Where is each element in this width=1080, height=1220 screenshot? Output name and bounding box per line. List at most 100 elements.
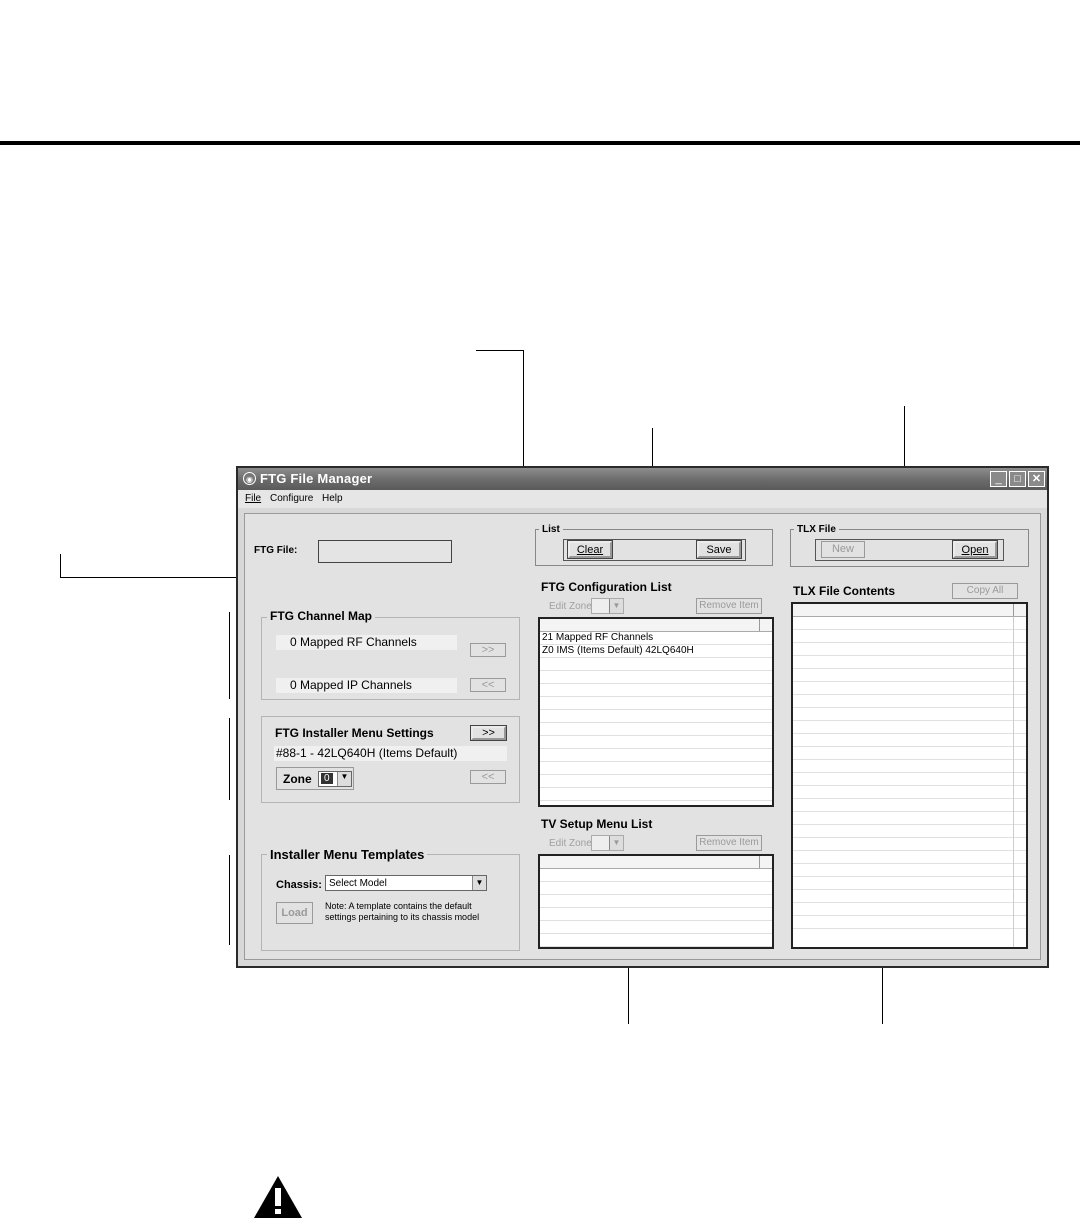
callout-line xyxy=(60,554,61,578)
channel-map-title: FTG Channel Map xyxy=(267,609,375,623)
list-item-empty xyxy=(793,721,1026,734)
installer-item-text: #88-1 - 42LQ640H (Items Default) xyxy=(276,746,458,760)
clear-button[interactable]: Clear xyxy=(568,541,612,558)
zone-value: 0 xyxy=(321,773,333,784)
copy-all-button[interactable]: Copy All xyxy=(952,583,1018,599)
menu-configure[interactable]: Configure xyxy=(270,493,313,504)
close-button[interactable]: ✕ xyxy=(1028,471,1045,487)
list-item-empty xyxy=(793,825,1026,838)
page-header-rule xyxy=(0,141,1080,145)
list-item-empty xyxy=(540,934,772,947)
chevron-down-icon: ▼ xyxy=(609,599,623,613)
app-icon: ◉ xyxy=(243,472,256,485)
minimize-button[interactable]: _ xyxy=(990,471,1007,487)
list-item-empty xyxy=(540,697,772,710)
list-item-empty xyxy=(540,749,772,762)
list-item-empty xyxy=(793,799,1026,812)
list-item-empty xyxy=(793,916,1026,929)
templates-title: Installer Menu Templates xyxy=(267,847,428,862)
list-item-empty xyxy=(793,630,1026,643)
minimize-icon: _ xyxy=(995,473,1002,485)
warning-icon xyxy=(254,1176,302,1218)
menu-help[interactable]: Help xyxy=(322,493,343,504)
list-item-empty xyxy=(540,921,772,934)
tv-edit-zone-label: Edit Zone xyxy=(549,838,592,849)
list-item-empty xyxy=(540,775,772,788)
open-button[interactable]: Open xyxy=(953,541,997,558)
list-item-empty xyxy=(793,617,1026,630)
chevron-down-icon: ▼ xyxy=(472,876,486,890)
rf-channels-text: 0 Mapped RF Channels xyxy=(290,635,417,649)
ip-channels-display: 0 Mapped IP Channels xyxy=(276,678,457,693)
ip-back-button[interactable]: << xyxy=(470,678,506,692)
installer-settings-title: FTG Installer Menu Settings xyxy=(275,726,434,740)
menu-bar: File Configure Help xyxy=(238,490,1047,508)
list-item-empty xyxy=(793,695,1026,708)
remove-item-button[interactable]: Remove Item xyxy=(696,598,762,614)
list-header xyxy=(540,856,772,869)
rf-channels-display: 0 Mapped RF Channels xyxy=(276,635,457,650)
edit-zone-label: Edit Zone xyxy=(549,601,592,612)
list-item-empty xyxy=(793,890,1026,903)
callout-line xyxy=(476,350,524,351)
list-item-empty xyxy=(540,788,772,801)
list-header xyxy=(540,619,772,632)
list-item-empty xyxy=(540,882,772,895)
list-item-empty xyxy=(793,812,1026,825)
tlx-contents-title: TLX File Contents xyxy=(793,584,895,598)
tv-edit-zone-select[interactable]: ▼ xyxy=(591,835,624,851)
list-item-empty xyxy=(540,895,772,908)
maximize-icon: □ xyxy=(1014,473,1021,485)
ftg-file-field[interactable] xyxy=(318,540,452,563)
list-item-empty xyxy=(793,877,1026,890)
list-item-empty xyxy=(540,658,772,671)
chassis-value: Select Model xyxy=(329,878,387,889)
installer-back-button[interactable]: << xyxy=(470,770,506,784)
installer-forward-button[interactable]: >> xyxy=(471,726,506,740)
load-button[interactable]: Load xyxy=(276,902,313,924)
client-area: FTG File: FTG Channel Map 0 Mapped RF Ch… xyxy=(244,513,1041,960)
ip-channels-text: 0 Mapped IP Channels xyxy=(290,678,412,692)
ftg-config-listbox[interactable]: 21 Mapped RF Channels Z0 IMS (Items Defa… xyxy=(538,617,774,807)
list-item-empty xyxy=(793,747,1026,760)
list-item-empty xyxy=(540,762,772,775)
maximize-button[interactable]: □ xyxy=(1009,471,1026,487)
bracket-line xyxy=(229,718,230,800)
list-group-title: List xyxy=(539,524,563,535)
template-note-line2: settings pertaining to its chassis model xyxy=(325,912,480,922)
list-item-empty xyxy=(793,682,1026,695)
menu-file[interactable]: File xyxy=(245,493,261,504)
tlx-contents-listbox[interactable] xyxy=(791,602,1028,949)
zone-label: Zone xyxy=(283,772,312,786)
list-item-empty xyxy=(793,903,1026,916)
list-item-empty xyxy=(793,708,1026,721)
chevron-down-icon: ▼ xyxy=(337,772,351,786)
ftg-config-list-title: FTG Configuration List xyxy=(541,580,672,594)
list-item-empty xyxy=(540,801,772,805)
list-item-empty xyxy=(793,786,1026,799)
zone-select[interactable]: 0 ▼ xyxy=(318,771,352,787)
tv-setup-list-title: TV Setup Menu List xyxy=(541,817,653,831)
list-item-empty xyxy=(540,684,772,697)
save-button[interactable]: Save xyxy=(697,541,741,558)
tv-setup-listbox[interactable] xyxy=(538,854,774,949)
ftg-file-label: FTG File: xyxy=(254,545,298,556)
list-header xyxy=(793,604,1026,617)
list-item-empty xyxy=(793,773,1026,786)
title-bar[interactable]: ◉ FTG File Manager _ □ ✕ xyxy=(238,468,1047,490)
new-button[interactable]: New xyxy=(821,541,865,558)
list-item-empty xyxy=(540,908,772,921)
chassis-select[interactable]: Select Model ▼ xyxy=(325,875,487,891)
list-item[interactable]: 21 Mapped RF Channels xyxy=(540,632,772,645)
list-item-empty xyxy=(793,864,1026,877)
tv-remove-item-button[interactable]: Remove Item xyxy=(696,835,762,851)
list-item[interactable]: Z0 IMS (Items Default) 42LQ640H xyxy=(540,645,772,658)
template-note-line1: Note: A template contains the default xyxy=(325,901,472,911)
tlx-scrollbar-track[interactable] xyxy=(1013,617,1026,947)
edit-zone-select[interactable]: ▼ xyxy=(591,598,624,614)
rf-forward-button[interactable]: >> xyxy=(470,643,506,657)
ftg-file-manager-window: ◉ FTG File Manager _ □ ✕ File Configure … xyxy=(236,466,1049,968)
list-item-empty xyxy=(540,736,772,749)
window-title: FTG File Manager xyxy=(260,471,373,486)
list-item-empty xyxy=(793,669,1026,682)
